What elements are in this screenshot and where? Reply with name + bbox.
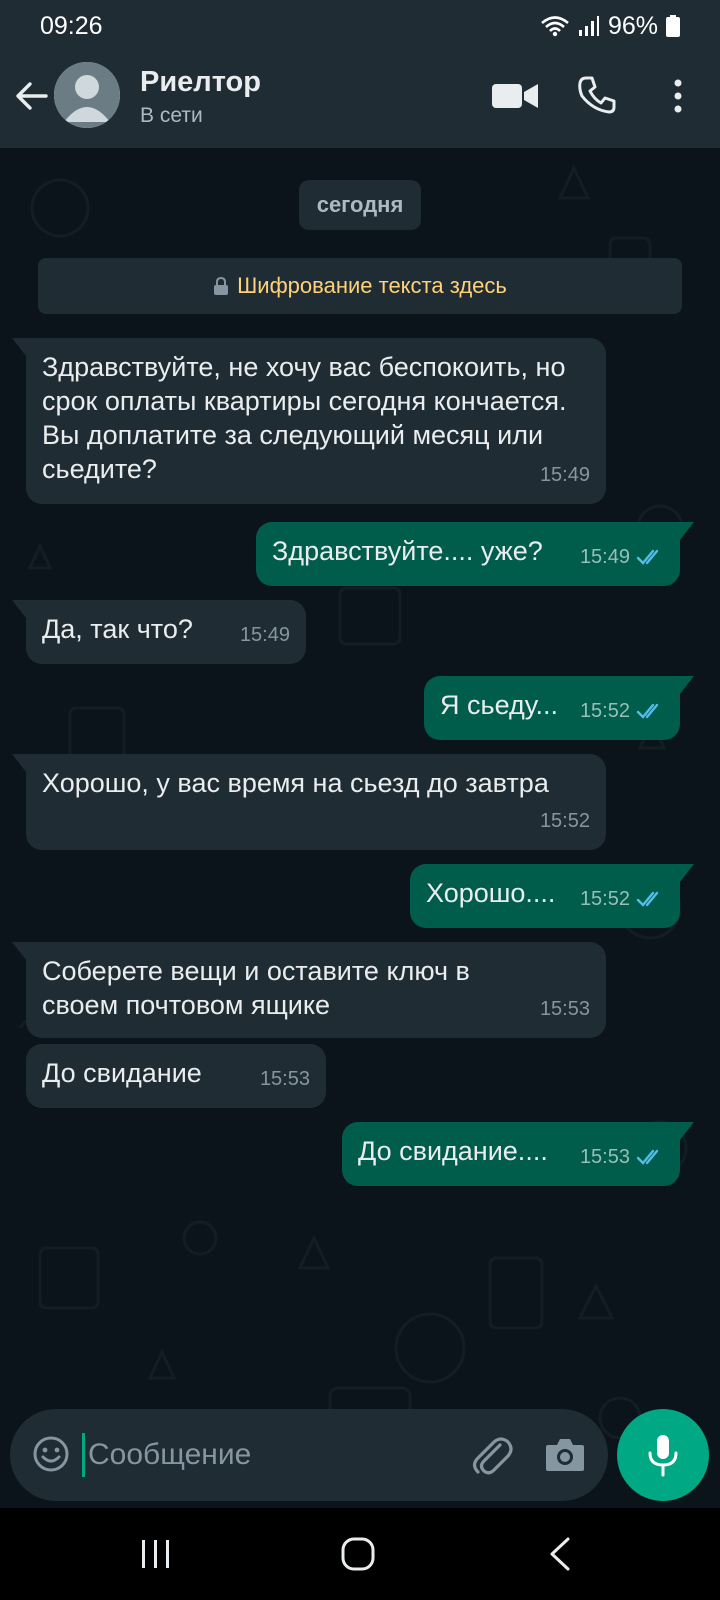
mic-button[interactable] bbox=[617, 1409, 709, 1501]
message-meta: 15:53 bbox=[260, 1062, 310, 1096]
back-arrow-icon[interactable] bbox=[14, 78, 50, 114]
default-avatar-icon bbox=[54, 62, 120, 128]
message-incoming[interactable]: Соберете вещи и оставите ключ в своем по… bbox=[26, 942, 606, 1038]
phone-icon[interactable] bbox=[578, 76, 616, 114]
message-meta: 15:53 bbox=[540, 992, 590, 1026]
message-outgoing[interactable]: До свидание.... 15:53 bbox=[342, 1122, 680, 1186]
bubble-tail bbox=[12, 754, 26, 772]
message-text: Хорошо, у вас время на сьезд до завтра bbox=[42, 768, 549, 798]
text-cursor bbox=[82, 1433, 85, 1477]
message-time: 15:53 bbox=[259, 1068, 310, 1090]
lock-icon bbox=[214, 277, 229, 295]
message-outgoing[interactable]: Я сьеду... 15:52 bbox=[424, 676, 680, 740]
message-incoming[interactable]: Да, так что? 15:49 bbox=[26, 600, 306, 664]
attach-icon[interactable] bbox=[472, 1433, 514, 1477]
message-meta: 15:49 bbox=[240, 618, 290, 652]
signal-icon bbox=[578, 16, 599, 36]
wifi-icon bbox=[541, 16, 569, 37]
bubble-tail bbox=[680, 1122, 694, 1140]
bubble-tail bbox=[680, 864, 694, 882]
read-ticks-icon bbox=[636, 891, 659, 907]
message-time: 15:49 bbox=[539, 464, 590, 486]
read-ticks-icon bbox=[636, 1149, 659, 1165]
bubble-tail bbox=[680, 676, 694, 694]
camera-icon[interactable] bbox=[544, 1435, 586, 1473]
status-time: 09:26 bbox=[40, 11, 103, 40]
chat-area[interactable]: сегодня Шифрование текста здесь Здравств… bbox=[0, 148, 720, 1508]
read-ticks-icon bbox=[636, 549, 659, 565]
emoji-icon[interactable] bbox=[32, 1435, 70, 1473]
message-outgoing[interactable]: Хорошо.... 15:52 bbox=[410, 864, 680, 928]
message-meta: 15:52 bbox=[580, 694, 664, 728]
message-text: Соберете вещи и оставите ключ в своем по… bbox=[42, 956, 478, 1020]
battery-percent: 96% bbox=[607, 11, 658, 40]
message-time: 15:52 bbox=[579, 888, 630, 910]
message-composer bbox=[10, 1409, 608, 1501]
bubble-tail bbox=[12, 942, 26, 960]
battery-icon bbox=[666, 15, 680, 37]
encryption-text: Шифрование текста здесь bbox=[237, 273, 507, 298]
message-time: 15:53 bbox=[579, 1146, 630, 1168]
contact-status: В сети bbox=[140, 104, 203, 127]
message-meta: 15:52 bbox=[580, 882, 664, 916]
more-vert-icon[interactable] bbox=[662, 78, 694, 114]
message-text: Здравствуйте, не хочу вас беспокоить, но… bbox=[42, 352, 575, 484]
bubble-tail bbox=[12, 600, 26, 618]
message-time: 15:52 bbox=[539, 810, 590, 832]
date-chip: сегодня bbox=[299, 180, 421, 230]
message-meta: 15:49 bbox=[580, 540, 664, 574]
message-outgoing[interactable]: Здравствуйте.... уже? 15:49 bbox=[256, 522, 680, 586]
bubble-tail bbox=[680, 522, 694, 540]
back-icon[interactable] bbox=[548, 1536, 572, 1572]
system-navbar bbox=[0, 1508, 720, 1600]
message-meta: 15:53 bbox=[580, 1140, 664, 1174]
chat-header: Риелтор В сети bbox=[0, 52, 720, 148]
avatar[interactable] bbox=[54, 62, 120, 128]
mic-icon bbox=[648, 1435, 678, 1477]
message-time: 15:49 bbox=[579, 546, 630, 568]
message-meta: 15:52 bbox=[540, 804, 590, 838]
read-ticks-icon bbox=[636, 703, 659, 719]
status-bar: 09:26 96% bbox=[0, 0, 720, 52]
video-call-icon[interactable] bbox=[492, 80, 538, 112]
bubble-tail bbox=[12, 338, 26, 356]
message-input[interactable] bbox=[88, 1429, 448, 1481]
message-time: 15:49 bbox=[239, 624, 290, 646]
message-time: 15:52 bbox=[579, 700, 630, 722]
home-icon[interactable] bbox=[340, 1536, 376, 1572]
message-meta: 15:49 bbox=[540, 458, 590, 492]
message-incoming[interactable]: Здравствуйте, не хочу вас беспокоить, но… bbox=[26, 338, 606, 504]
encryption-notice[interactable]: Шифрование текста здесь bbox=[38, 258, 682, 314]
status-indicators: 96% bbox=[540, 12, 680, 41]
message-incoming[interactable]: Хорошо, у вас время на сьезд до завтра 1… bbox=[26, 754, 606, 850]
recent-apps-icon[interactable] bbox=[138, 1538, 174, 1570]
message-incoming[interactable]: До свидание 15:53 bbox=[26, 1044, 326, 1108]
contact-name[interactable]: Риелтор bbox=[140, 66, 261, 99]
message-time: 15:53 bbox=[539, 998, 590, 1020]
